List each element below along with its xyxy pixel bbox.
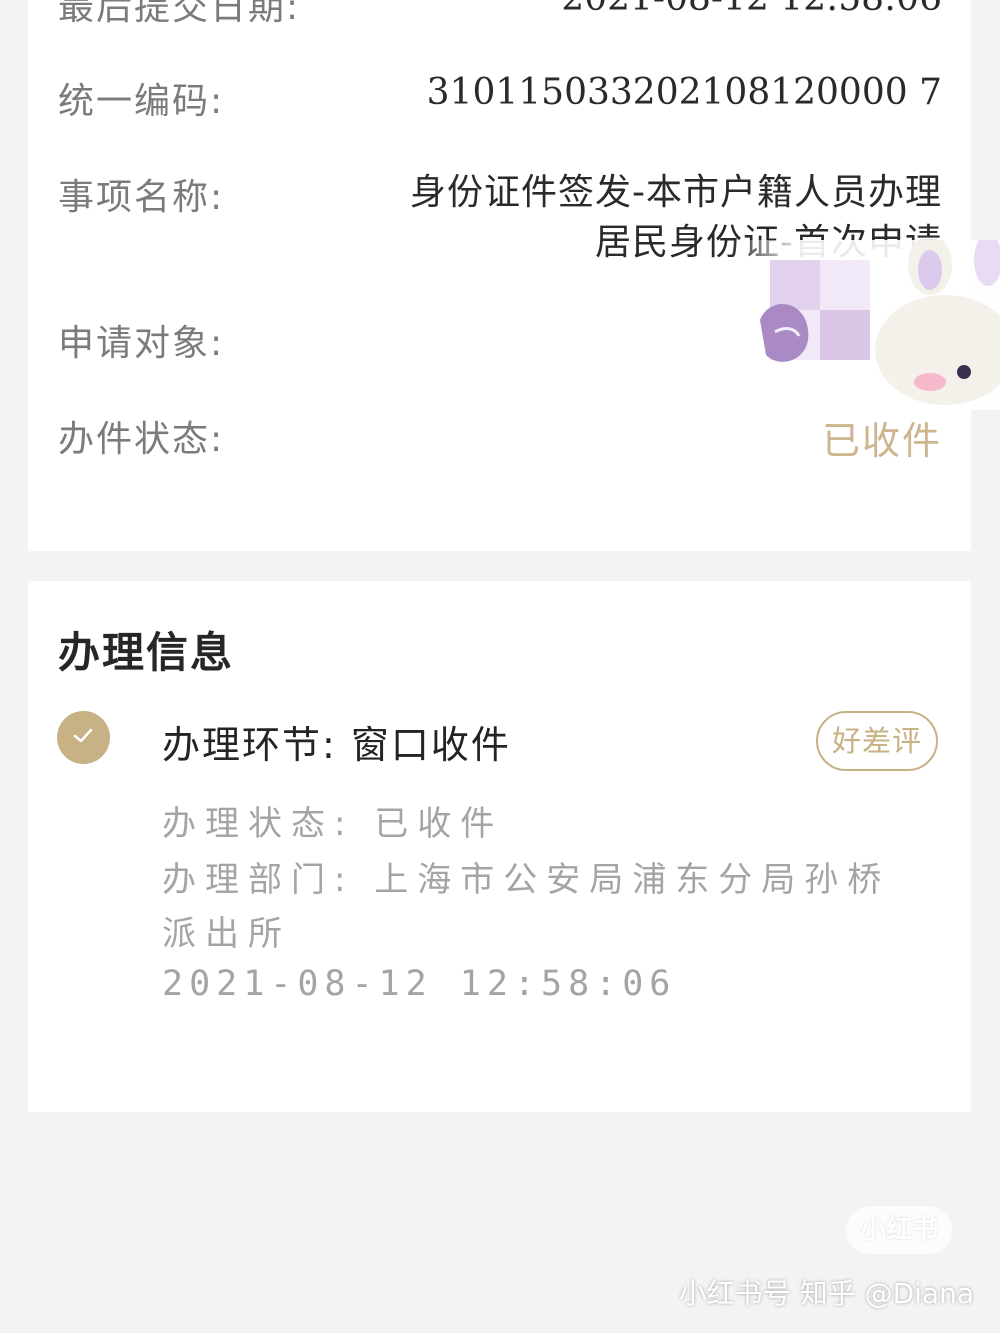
case-status-label: 办件状态: <box>58 419 225 460</box>
unified-code-row: 统一编码: 310115033202108120000 7 <box>58 72 942 122</box>
unified-code-value: 310115033202108120000 7 <box>426 72 942 113</box>
processing-timestamp: 2021-08-12 12:58:06 <box>162 964 677 1004</box>
applicant-label: 申请对象: <box>58 323 225 364</box>
last-submit-value: 2021-08-12 12:58:06 <box>561 0 942 19</box>
case-status-row: 办件状态: 已收件 <box>58 410 942 463</box>
item-name-line-1: 身份证件签发-本市户籍人员办理 <box>410 172 942 213</box>
processing-department: 办理部门: 上海市公安局浦东分局孙桥派出所 <box>162 860 891 954</box>
bunny-sticker-icon <box>730 234 1000 410</box>
processing-step: 办理环节: 窗口收件 <box>162 714 511 769</box>
processing-title: 办理信息 <box>58 628 235 677</box>
last-submit-row: 最后提交日期: 2021-08-12 12:58:06 <box>58 0 942 28</box>
xiaohongshu-badge: 小红书 <box>846 1206 952 1254</box>
processing-step-value: 窗口收件 <box>350 723 511 767</box>
processing-status: 办理状态: 已收件 <box>162 804 504 844</box>
unified-code-label: 统一编码: <box>58 81 225 122</box>
rate-service-button[interactable]: 好差评 <box>816 711 938 771</box>
processing-step-label: 办理环节: <box>162 723 337 767</box>
source-watermark: 小红书号 知乎 @Diana <box>678 1277 974 1310</box>
case-status-value: 已收件 <box>821 419 942 463</box>
item-name-label: 事项名称: <box>58 177 225 218</box>
check-icon <box>57 711 110 764</box>
last-submit-label: 最后提交日期: <box>58 0 301 28</box>
